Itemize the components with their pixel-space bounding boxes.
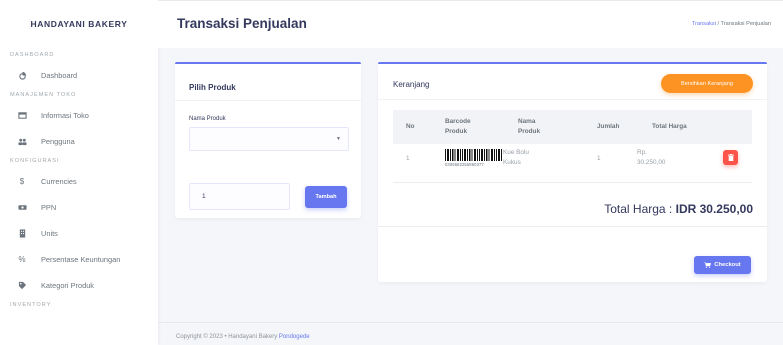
tag-icon bbox=[17, 280, 27, 290]
sidebar-item-currencies[interactable]: $ Currencies bbox=[0, 168, 158, 194]
money-icon bbox=[17, 202, 27, 212]
card-divider bbox=[378, 99, 767, 100]
sidebar-item-pengguna[interactable]: Pengguna bbox=[0, 128, 158, 154]
breadcrumb: Transaksi / Transaksi Penjualan bbox=[692, 21, 771, 27]
sidebar-item-label: Units bbox=[41, 228, 58, 238]
footer: Copyright © 2023 • Handayani Bakery Pond… bbox=[176, 334, 310, 340]
menu-header-manajemen: MANAJEMEN TOKO bbox=[10, 92, 77, 98]
page-title: Transaksi Penjualan bbox=[177, 16, 307, 31]
sidebar-item-label: Currencies bbox=[41, 176, 77, 186]
breadcrumb-link-transaksi[interactable]: Transaksi bbox=[692, 21, 716, 27]
col-barcode-line2: Produk bbox=[445, 128, 468, 135]
total-value: IDR 30.250,00 bbox=[675, 202, 753, 216]
sidebar-item-label: Pengguna bbox=[41, 136, 75, 146]
pilih-produk-title: Pilih Produk bbox=[189, 83, 236, 92]
breadcrumb-current: Transaksi Penjualan bbox=[720, 21, 771, 27]
bersihkan-keranjang-button[interactable]: Bersihkan Keranjang bbox=[661, 74, 753, 93]
row-nama-produk: Kue Bolu Kukus bbox=[503, 148, 529, 168]
menu-header-inventory: INVENTORY bbox=[10, 302, 52, 308]
total-divider bbox=[378, 226, 767, 227]
table-header: No Barcode Produk Nama Produk Jumlah Tot… bbox=[393, 110, 752, 144]
col-barcode: Barcode Produk bbox=[445, 110, 471, 144]
cart-icon bbox=[704, 262, 712, 268]
nama-produk-label: Nama Produk bbox=[189, 116, 226, 122]
percent-icon: % bbox=[18, 254, 26, 264]
row-total-line1: Rp. bbox=[637, 149, 647, 156]
sidebar-item-ppn[interactable]: PPN bbox=[0, 194, 158, 220]
row-divider bbox=[393, 182, 752, 183]
footer-text: Copyright © 2023 • Handayani Bakery bbox=[176, 334, 279, 340]
col-nama-line1: Nama bbox=[518, 118, 536, 125]
total-label: Total Harga : bbox=[604, 202, 676, 216]
menu-header-konfigurasi: KONFIGURASI bbox=[10, 158, 60, 164]
tambah-button[interactable]: Tambah bbox=[305, 186, 347, 208]
sidebar-item-kategori-produk[interactable]: Kategori Produk bbox=[0, 272, 158, 298]
sidebar-item-label: Informasi Toko bbox=[41, 110, 89, 120]
sidebar: HANDAYANI BAKERY DASHBOARD Dashboard MAN… bbox=[0, 0, 158, 345]
sidebar-item-label: Persentase Keuntungan bbox=[41, 254, 121, 264]
col-nama-line2: Produk bbox=[518, 128, 541, 135]
dashboard-icon bbox=[17, 70, 27, 80]
barcode-image: 0306582255860377 bbox=[445, 149, 505, 167]
checkout-button[interactable]: Checkout bbox=[694, 256, 751, 274]
page-header: Transaksi Penjualan Transaksi / Transaks… bbox=[158, 0, 783, 48]
keranjang-title: Keranjang bbox=[393, 80, 430, 89]
footer-link[interactable]: Pondogede bbox=[279, 334, 310, 340]
card-accent bbox=[378, 62, 767, 64]
card-divider bbox=[175, 100, 361, 101]
menu-header-dashboard: DASHBOARD bbox=[10, 52, 55, 58]
col-barcode-line1: Barcode bbox=[445, 118, 471, 125]
sidebar-item-label: Dashboard bbox=[41, 70, 78, 80]
sidebar-item-units[interactable]: Units bbox=[0, 220, 158, 246]
sidebar-item-label: PPN bbox=[41, 202, 57, 212]
footer-divider bbox=[158, 322, 783, 323]
dollar-icon: $ bbox=[19, 176, 25, 186]
sidebar-item-dashboard[interactable]: Dashboard bbox=[0, 62, 158, 88]
col-no: No bbox=[406, 123, 415, 130]
keranjang-card: Keranjang Bersihkan Keranjang No Barcode… bbox=[378, 62, 767, 282]
delete-item-button[interactable] bbox=[723, 150, 738, 165]
col-nama: Nama Produk bbox=[518, 110, 540, 144]
card-accent bbox=[175, 62, 361, 64]
total-harga: Total Harga : IDR 30.250,00 bbox=[604, 202, 753, 216]
row-jumlah: 1 bbox=[597, 155, 601, 162]
chevron-down-icon: ▼ bbox=[336, 136, 341, 142]
sidebar-item-persentase-keuntungan[interactable]: % Persentase Keuntungan bbox=[0, 246, 158, 272]
users-icon bbox=[17, 136, 27, 146]
sidebar-item-label: Kategori Produk bbox=[41, 280, 94, 290]
row-total-harga: Rp. 30.250,00 bbox=[637, 148, 665, 168]
row-nama-line1: Kue Bolu bbox=[503, 149, 529, 156]
row-total-line2: 30.250,00 bbox=[637, 159, 666, 166]
nama-produk-select[interactable]: ▼ bbox=[189, 127, 349, 151]
col-jumlah: Jumlah bbox=[597, 123, 620, 130]
quantity-input[interactable]: 1 bbox=[189, 183, 290, 210]
row-no: 1 bbox=[406, 155, 410, 162]
col-total-harga: Total Harga bbox=[652, 123, 687, 130]
sidebar-item-informasi-toko[interactable]: Informasi Toko bbox=[0, 102, 158, 128]
checkout-label: Checkout bbox=[714, 262, 741, 268]
trash-icon bbox=[727, 154, 734, 161]
brand-name[interactable]: HANDAYANI BAKERY bbox=[0, 0, 158, 48]
store-icon bbox=[17, 110, 27, 120]
barcode-number: 0306582255860377 bbox=[445, 161, 484, 167]
building-icon bbox=[17, 228, 27, 238]
barcode-icon bbox=[445, 149, 502, 161]
row-nama-line2: Kukus bbox=[503, 159, 521, 166]
